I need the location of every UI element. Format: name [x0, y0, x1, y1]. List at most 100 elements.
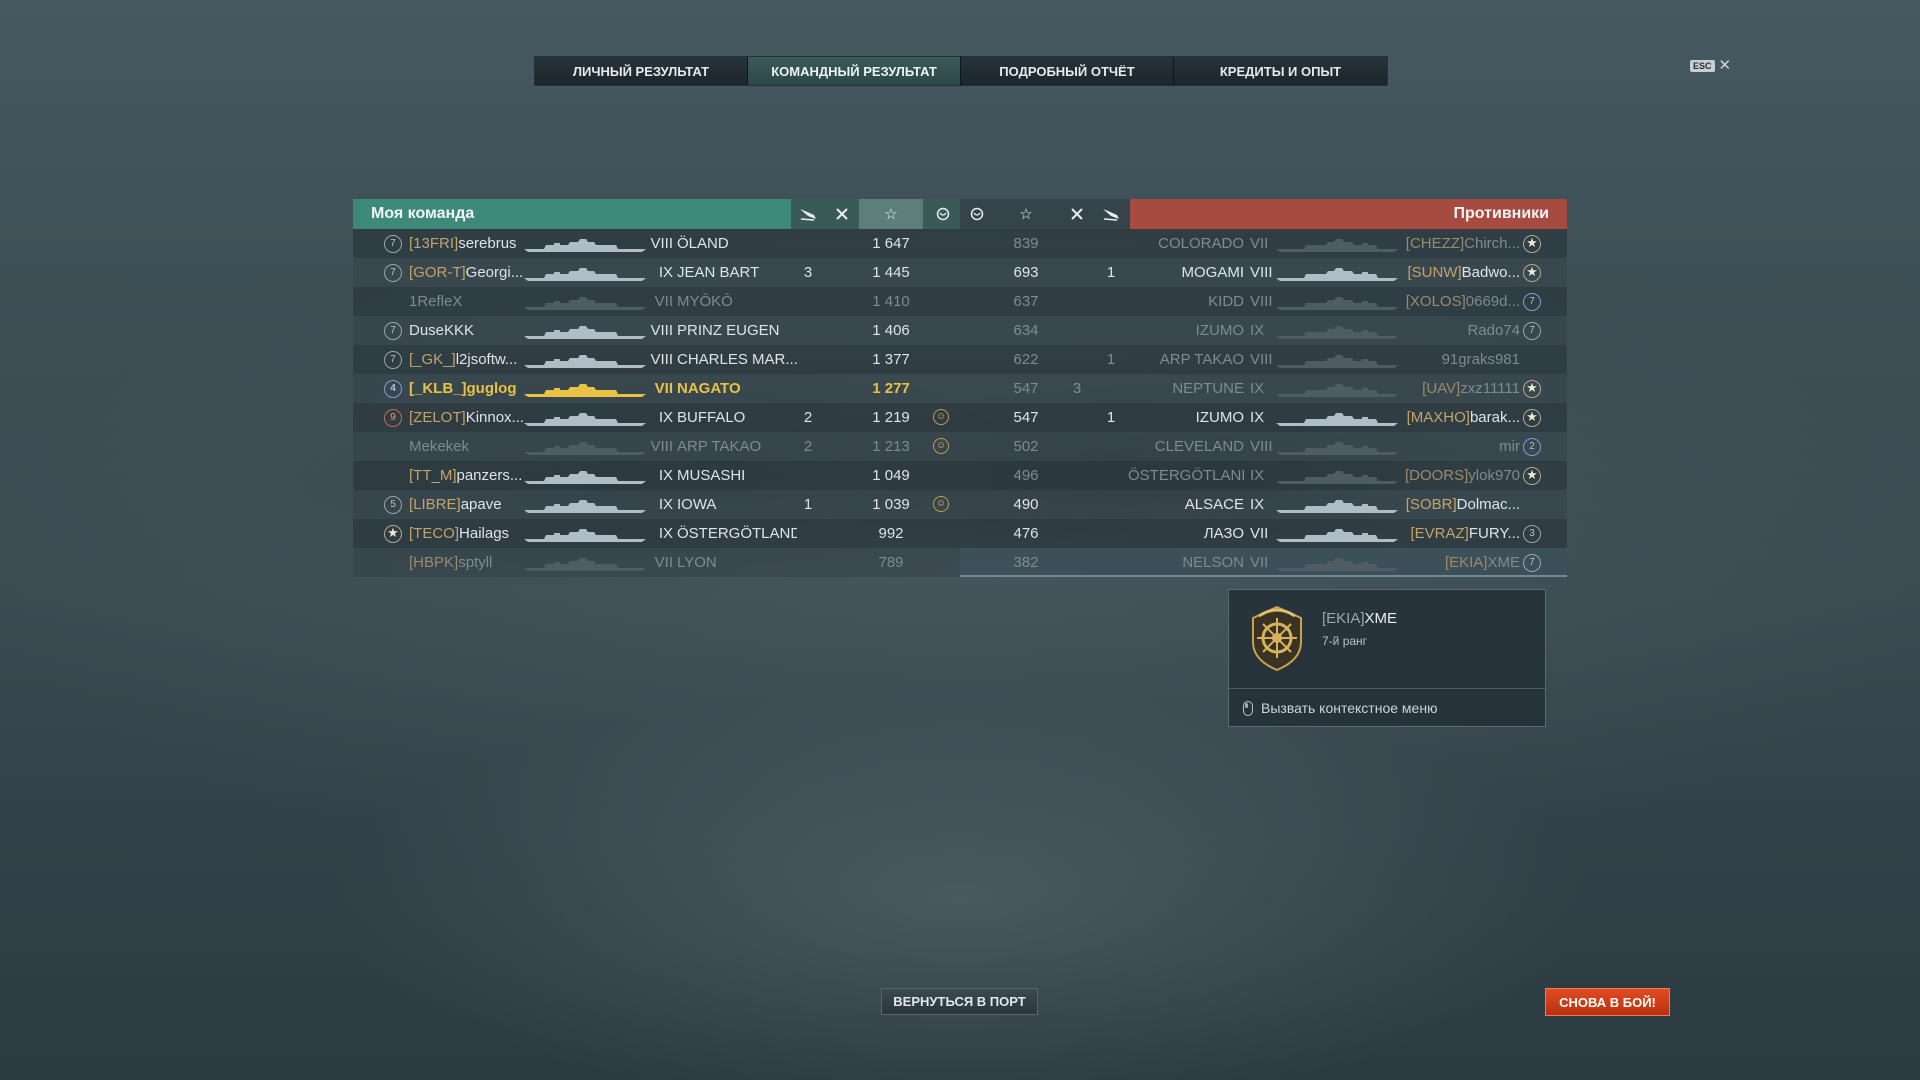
- tab-credits-xp[interactable]: КРЕДИТЫ И ОПЫТ: [1174, 57, 1387, 85]
- close-button[interactable]: ESC ✕: [1690, 58, 1731, 73]
- table-row[interactable]: 490 ALSACE IX [SOBR]Dolmac...: [960, 490, 1567, 519]
- frag-icon[interactable]: [1060, 199, 1094, 229]
- rank-badge-icon[interactable]: ★: [1523, 235, 1541, 253]
- medal-icon[interactable]: ☺: [933, 438, 949, 454]
- rank-emblem-icon: [1243, 604, 1311, 672]
- tab-team-result[interactable]: КОМАНДНЫЙ РЕЗУЛЬТАТ: [748, 57, 961, 85]
- rank-badge-icon[interactable]: 7: [384, 264, 402, 282]
- player-name[interactable]: [_KLB_]guglog: [409, 374, 525, 403]
- rank-badge-icon[interactable]: 3: [1523, 525, 1541, 543]
- rank-badge-icon[interactable]: 5: [384, 496, 402, 514]
- player-name[interactable]: Mekekek: [409, 432, 525, 461]
- table-row[interactable]: 839 COLORADO VII [CHEZZ]Chirch... ★: [960, 229, 1567, 258]
- player-name[interactable]: [TT_M]panzers...: [409, 461, 525, 490]
- ship-name: MOGAMI: [1181, 264, 1245, 281]
- table-row[interactable]: 7 DuseKKK VIII PRINZ EUGEN 1 406: [353, 316, 960, 345]
- medal-icon[interactable]: [960, 199, 994, 229]
- base-xp: 1 406: [872, 322, 910, 339]
- table-row[interactable]: ★ [TECO]Hailags IX ÖSTERGÖTLAND 992: [353, 519, 960, 548]
- battle-again-button[interactable]: СНОВА В БОЙ!: [1545, 988, 1670, 1016]
- player-nickname: barak...: [1469, 409, 1520, 426]
- rank-badge-icon[interactable]: 7: [1523, 293, 1541, 311]
- rank-badge-icon[interactable]: ★: [1523, 409, 1541, 427]
- table-row[interactable]: 693 1 MOGAMI VIII [SUNW]Badwo... ★: [960, 258, 1567, 287]
- medal-icon[interactable]: ☺: [933, 496, 949, 512]
- ship-silhouette-icon: [1276, 528, 1398, 542]
- table-row[interactable]: 7 [13FRI]serebrus VIII ÖLAND 1 647: [353, 229, 960, 258]
- table-row[interactable]: 622 1 ARP TAKAO VIII 91graks981: [960, 345, 1567, 374]
- table-row[interactable]: 547 1 IZUMO IX [MAXHO]barak... ★: [960, 403, 1567, 432]
- rank-badge-icon[interactable]: 9: [384, 409, 402, 427]
- table-row[interactable]: 502 CLEVELAND VIII mir 2: [960, 432, 1567, 461]
- plane-kill-icon[interactable]: [1094, 199, 1128, 229]
- rank-badge-icon[interactable]: ★: [1523, 264, 1541, 282]
- player-nickname: Kinnox...: [465, 409, 525, 426]
- rank-badge-icon[interactable]: 4: [384, 380, 402, 398]
- table-row[interactable]: 7 [_GK_]l2jsoftw... VIII CHARLES MAR... 1 37…: [353, 345, 960, 374]
- player-name[interactable]: [HBPK]sptyll: [409, 548, 525, 577]
- player-name[interactable]: [_GK_]l2jsoftw...: [409, 345, 525, 374]
- rank-badge-icon[interactable]: 7: [384, 322, 402, 340]
- player-name[interactable]: [TECO]Hailags: [409, 519, 525, 548]
- table-row[interactable]: [HBPK]sptyll VII LYON 789: [353, 548, 960, 577]
- plane-kill-icon[interactable]: [791, 199, 825, 229]
- player-name[interactable]: [EVRAZ]FURY...: [1400, 519, 1521, 548]
- frag-icon[interactable]: [825, 199, 859, 229]
- table-row[interactable]: 476 ЛАЗО VII [EVRAZ]FURY... 3: [960, 519, 1567, 548]
- rank-badge-icon[interactable]: 7: [1523, 322, 1541, 340]
- rank-badge-icon[interactable]: 7: [384, 351, 402, 369]
- base-xp: 1 445: [872, 264, 910, 281]
- frags: [825, 519, 859, 548]
- table-row[interactable]: 634 IZUMO IX Rado74 7: [960, 316, 1567, 345]
- medal-icon[interactable]: ☺: [933, 409, 949, 425]
- player-name[interactable]: [13FRI]serebrus: [409, 229, 525, 258]
- ship-silhouette-icon: [524, 383, 646, 397]
- rank-badge-icon[interactable]: ★: [384, 525, 402, 543]
- player-name[interactable]: [SUNW]Badwo...: [1400, 258, 1520, 287]
- player-name[interactable]: [SOBR]Dolmac...: [1400, 490, 1520, 519]
- table-row[interactable]: [TT_M]panzers... IX MUSASHI 1 049: [353, 461, 960, 490]
- player-name[interactable]: [UAV]zxz11111: [1400, 374, 1520, 403]
- player-nickname: Dolmac...: [1456, 496, 1520, 513]
- player-name[interactable]: [ZELOT]Kinnox...: [409, 403, 525, 432]
- player-name[interactable]: [XOLOS]0669d...: [1400, 287, 1520, 316]
- player-name[interactable]: [DOORS]ylok970: [1400, 461, 1520, 490]
- table-row[interactable]: Mekekek VIII ARP TAKAO 2 1 213 ☺: [353, 432, 960, 461]
- table-row[interactable]: 9 [ZELOT]Kinnox... IX BUFFALO 2 1 219 ☺: [353, 403, 960, 432]
- rank-badge-icon[interactable]: 7: [384, 235, 402, 253]
- player-name[interactable]: DuseKKK: [409, 316, 525, 345]
- player-nickname: zxz11111: [1460, 380, 1520, 397]
- ship-name: IOWA: [677, 496, 717, 513]
- tab-personal-result[interactable]: ЛИЧНЫЙ РЕЗУЛЬТАТ: [535, 57, 748, 85]
- player-name[interactable]: [GOR-T]Georgi...: [409, 258, 525, 287]
- table-row[interactable]: 1RefleX VII MYŌKŌ 1 410: [353, 287, 960, 316]
- player-name[interactable]: mir: [1400, 432, 1520, 461]
- rank-badge-icon[interactable]: 2: [1523, 438, 1541, 456]
- rank-badge-icon[interactable]: ★: [1523, 467, 1541, 485]
- player-name[interactable]: [LIBRE]apave: [409, 490, 525, 519]
- table-row[interactable]: 4 [_KLB_]guglog VII NAGATO 1 277: [353, 374, 960, 403]
- table-row[interactable]: 637 KIDD VIII [XOLOS]0669d... 7: [960, 287, 1567, 316]
- table-row[interactable]: 7 [GOR-T]Georgi... IX JEAN BART 3 1 445: [353, 258, 960, 287]
- table-row[interactable]: 382 NELSON VII [EKIA]XME 7: [960, 548, 1567, 577]
- player-name[interactable]: Rado74: [1400, 316, 1520, 345]
- return-to-port-button[interactable]: ВЕРНУТЬСЯ В ПОРТ: [881, 988, 1038, 1015]
- planes-destroyed: [791, 229, 825, 258]
- player-name[interactable]: 1RefleX: [409, 287, 525, 316]
- tab-detailed-report[interactable]: ПОДРОБНЫЙ ОТЧЁТ: [961, 57, 1174, 85]
- medal-icon[interactable]: [926, 199, 960, 229]
- table-row[interactable]: 496 ÖSTERGÖTLAND IX [DOORS]ylok970 ★: [960, 461, 1567, 490]
- table-row[interactable]: 5 [LIBRE]apave IX IOWA 1 1 039 ☺: [353, 490, 960, 519]
- planes-destroyed: [791, 548, 825, 577]
- ship-name: KIDD: [1208, 293, 1244, 310]
- star-icon[interactable]: ☆: [859, 199, 923, 229]
- star-icon[interactable]: ☆: [994, 199, 1058, 229]
- player-name[interactable]: [CHEZZ]Chirch...: [1400, 229, 1520, 258]
- rank-badge-icon[interactable]: 7: [1523, 554, 1541, 572]
- player-name[interactable]: [MAXHO]barak...: [1400, 403, 1520, 432]
- rank-badge-icon[interactable]: ★: [1523, 380, 1541, 398]
- table-row[interactable]: 547 3 NEPTUNE IX [UAV]zxz11111 ★: [960, 374, 1567, 403]
- player-name[interactable]: 91graks981: [1400, 345, 1520, 374]
- context-menu-hint[interactable]: Вызвать контекстное меню: [1229, 688, 1545, 727]
- player-name[interactable]: [EKIA]XME: [1400, 548, 1520, 577]
